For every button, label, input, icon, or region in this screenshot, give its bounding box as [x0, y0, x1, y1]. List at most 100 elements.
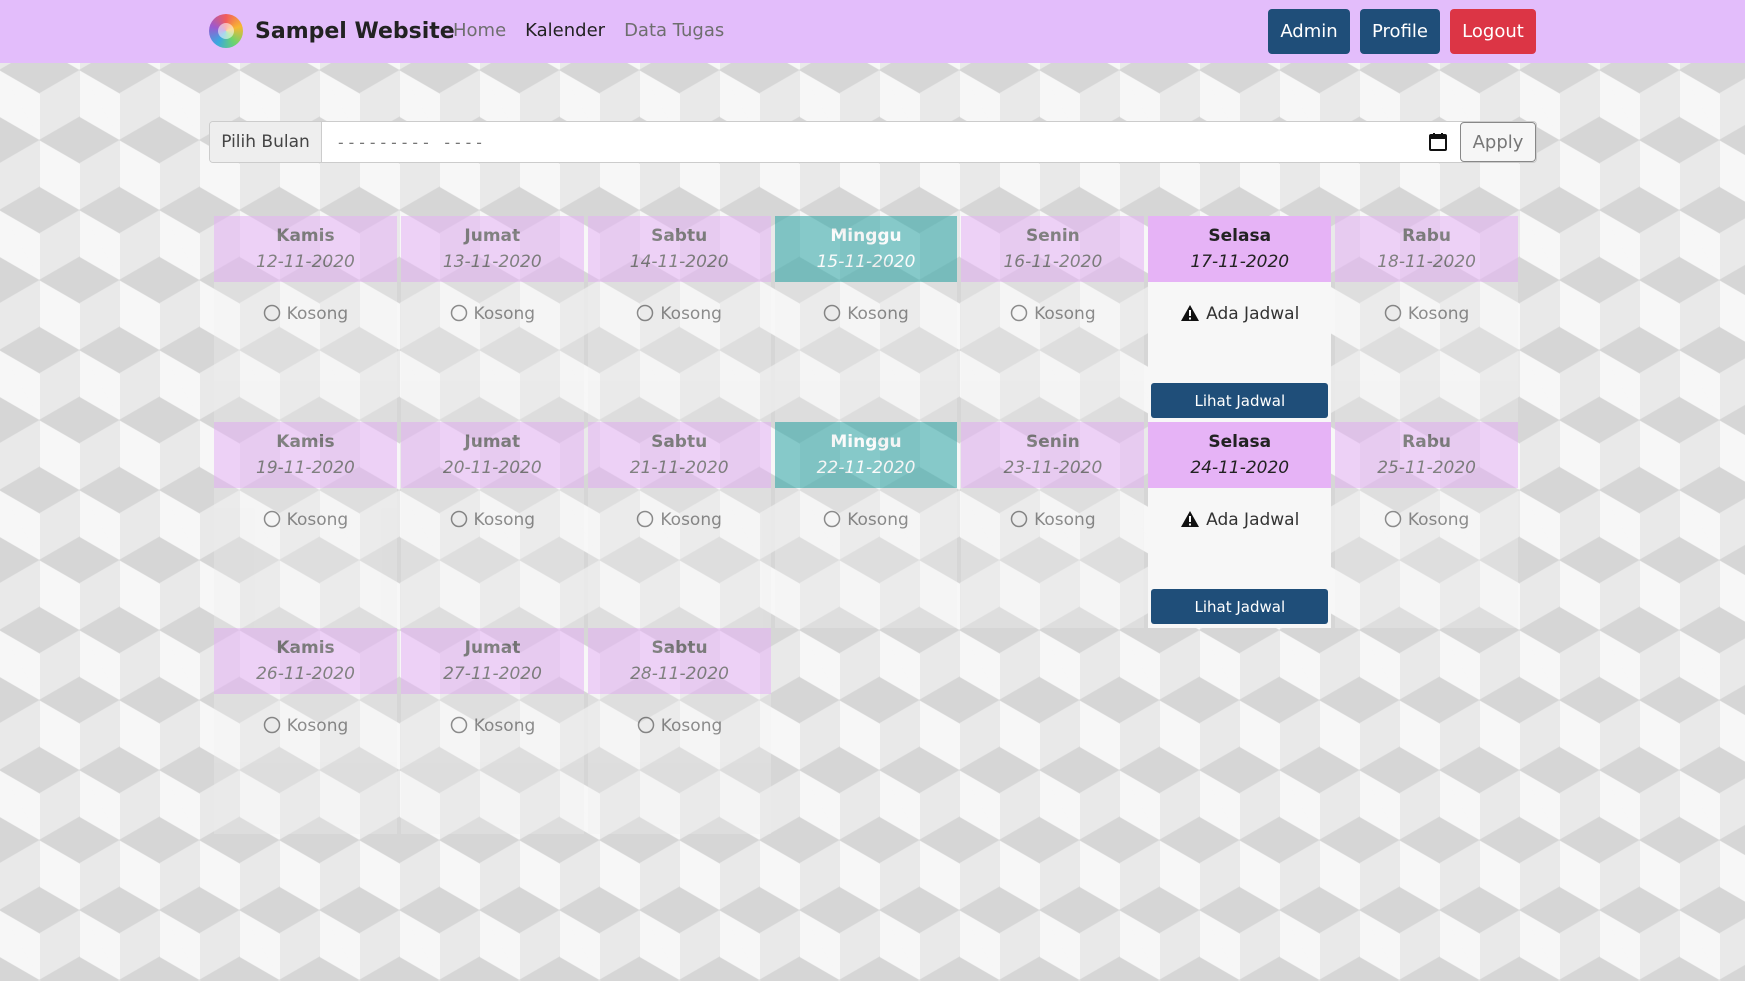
- day-status: Kosong: [588, 304, 771, 327]
- calendar-day: Sabtu 28-11-2020 Kosong: [588, 628, 771, 834]
- admin-button[interactable]: Admin: [1268, 9, 1350, 54]
- day-status: Kosong: [961, 304, 1144, 327]
- empty-circle-icon: [823, 510, 841, 533]
- day-name: Sabtu: [651, 226, 708, 246]
- calendar-day: Minggu 15-11-2020 Kosong: [774, 216, 958, 422]
- empty-circle-icon: [1010, 304, 1028, 327]
- nav-link-data-tugas[interactable]: Data Tugas: [624, 20, 724, 41]
- calendar-grid: Kamis 12-11-2020 Kosong Jumat 13-11-2020…: [214, 216, 1522, 834]
- lihat-jadwal-button[interactable]: Lihat Jadwal: [1151, 589, 1329, 624]
- day-date: 16-11-2020: [1003, 252, 1103, 272]
- day-status-text: Kosong: [660, 510, 722, 530]
- empty-circle-icon: [263, 510, 281, 533]
- empty-circle-icon: [263, 304, 281, 327]
- calendar-day: Sabtu 14-11-2020 Kosong: [587, 216, 771, 422]
- brand[interactable]: Sampel Website: [209, 14, 455, 48]
- calendar-day: Senin 16-11-2020 Kosong: [961, 216, 1145, 422]
- day-status-text: Kosong: [847, 510, 909, 530]
- brand-name: Sampel Website: [255, 18, 455, 44]
- profile-button[interactable]: Profile: [1360, 9, 1440, 54]
- day-status-text: Kosong: [1034, 510, 1096, 530]
- month-picker-label: Pilih Bulan: [210, 122, 322, 162]
- day-status-text: Kosong: [473, 304, 536, 324]
- day-name: Rabu: [1402, 432, 1451, 452]
- day-date: 26-11-2020: [256, 664, 355, 684]
- day-date: 15-11-2020: [816, 252, 916, 272]
- day-date: 21-11-2020: [629, 458, 729, 478]
- day-status: Kosong: [214, 304, 397, 327]
- apply-button[interactable]: Apply: [1460, 122, 1536, 162]
- day-name: Selasa: [1208, 432, 1272, 452]
- day-status-text: Kosong: [660, 304, 722, 324]
- day-name: Senin: [1025, 226, 1080, 246]
- day-header: Senin 23-11-2020: [961, 422, 1145, 488]
- day-header: Minggu 15-11-2020: [774, 216, 958, 282]
- calendar-day: Sabtu 21-11-2020 Kosong: [587, 422, 771, 628]
- day-status: Kosong: [1335, 304, 1518, 327]
- logo-icon: [209, 14, 243, 48]
- nav-link-home[interactable]: Home: [453, 20, 506, 41]
- day-status-text: Kosong: [1407, 510, 1470, 530]
- day-date: 23-11-2020: [1003, 458, 1103, 478]
- day-status: Kosong: [775, 510, 958, 533]
- day-date: 12-11-2020: [256, 252, 355, 272]
- calendar-week: Kamis 26-11-2020 Kosong Jumat 27-11-2020…: [214, 628, 1522, 834]
- day-name: Jumat: [464, 638, 521, 658]
- day-name: Rabu: [1402, 226, 1451, 246]
- day-name: Jumat: [464, 226, 521, 246]
- day-date: 18-11-2020: [1377, 252, 1476, 272]
- calendar-icon[interactable]: [1416, 122, 1460, 162]
- calendar-day: Rabu 25-11-2020 Kosong: [1335, 422, 1519, 628]
- month-picker: Pilih Bulan Apply: [209, 121, 1537, 163]
- empty-circle-icon: [637, 716, 655, 739]
- day-status: Kosong: [214, 510, 397, 533]
- day-status: Kosong: [401, 304, 584, 327]
- warning-icon: [1180, 510, 1200, 533]
- day-name: Kamis: [276, 638, 335, 658]
- empty-circle-icon: [1010, 510, 1028, 533]
- empty-circle-icon: [823, 304, 841, 327]
- month-input[interactable]: [322, 122, 1416, 162]
- day-date: 24-11-2020: [1190, 458, 1290, 478]
- day-status-text: Kosong: [1407, 304, 1470, 324]
- day-status: Ada Jadwal: [1148, 304, 1331, 327]
- calendar-day: Kamis 19-11-2020 Kosong: [214, 422, 397, 628]
- day-header: Rabu 25-11-2020: [1335, 422, 1519, 488]
- empty-circle-icon: [263, 716, 281, 739]
- calendar-day: Jumat 20-11-2020 Kosong: [400, 422, 584, 628]
- day-name: Sabtu: [651, 432, 708, 452]
- day-name: Selasa: [1208, 226, 1272, 246]
- day-header: Senin 16-11-2020: [961, 216, 1145, 282]
- day-name: Minggu: [830, 226, 902, 246]
- day-header: Sabtu 21-11-2020: [587, 422, 771, 488]
- calendar-day: Minggu 22-11-2020 Kosong: [774, 422, 958, 628]
- calendar-day: Kamis 12-11-2020 Kosong: [214, 216, 397, 422]
- navbar: Sampel Website Home Kalender Data Tugas …: [0, 0, 1745, 63]
- day-status-text: Kosong: [1034, 304, 1096, 324]
- day-status: Kosong: [775, 304, 958, 327]
- day-header: Jumat 27-11-2020: [401, 628, 584, 694]
- day-status: Kosong: [588, 716, 771, 739]
- day-header: Selasa 24-11-2020: [1148, 422, 1332, 488]
- day-name: Minggu: [830, 432, 902, 452]
- calendar-week: Kamis 19-11-2020 Kosong Jumat 20-11-2020…: [214, 422, 1522, 628]
- day-date: 17-11-2020: [1190, 252, 1290, 272]
- day-status-text: Kosong: [660, 716, 723, 736]
- lihat-jadwal-button[interactable]: Lihat Jadwal: [1151, 383, 1329, 418]
- nav-links: Home Kalender Data Tugas: [453, 20, 724, 41]
- day-status-text: Kosong: [286, 304, 349, 324]
- warning-icon: [1180, 304, 1200, 327]
- day-status-text: Kosong: [847, 304, 909, 324]
- day-header: Selasa 17-11-2020: [1148, 216, 1332, 282]
- calendar-day: Jumat 13-11-2020 Kosong: [400, 216, 584, 422]
- empty-circle-icon: [1384, 510, 1402, 533]
- day-date: 27-11-2020: [443, 664, 542, 684]
- day-header: Jumat 13-11-2020: [400, 216, 584, 282]
- nav-link-kalender[interactable]: Kalender: [525, 20, 605, 41]
- calendar-day: Rabu 18-11-2020 Kosong: [1335, 216, 1519, 422]
- calendar-day: Senin 23-11-2020 Kosong: [961, 422, 1145, 628]
- day-status-text: Ada Jadwal: [1206, 304, 1300, 324]
- logout-button[interactable]: Logout: [1450, 9, 1536, 54]
- empty-circle-icon: [636, 510, 654, 533]
- day-status-text: Kosong: [286, 510, 349, 530]
